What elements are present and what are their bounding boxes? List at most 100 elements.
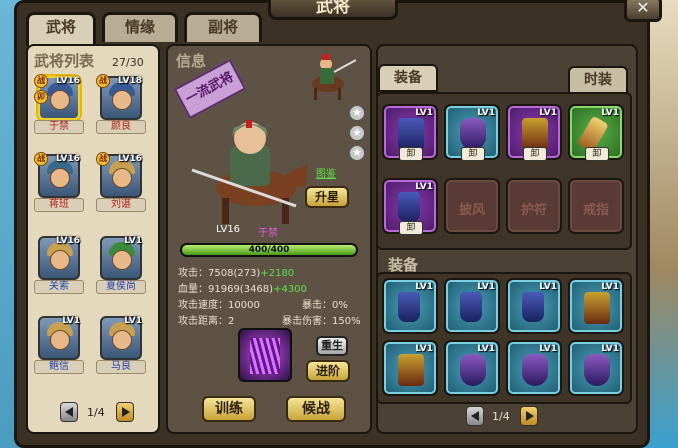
- roster-hero-card[interactable]: LV1 夏侯尚: [96, 236, 146, 294]
- helmet-icon: [460, 118, 486, 150]
- hero-name: 鲍信: [34, 360, 84, 374]
- battle-standby-button[interactable]: 候战: [286, 396, 346, 422]
- bag-item-slot[interactable]: LV1: [506, 278, 562, 334]
- equipped-slot[interactable]: LV1 卸: [444, 104, 500, 161]
- mount-preview-icon: [312, 54, 357, 100]
- advance-button[interactable]: 进阶: [306, 360, 350, 382]
- hero-level: LV16: [56, 236, 80, 246]
- bag-next-button[interactable]: [520, 406, 538, 426]
- boots-icon: [398, 292, 420, 322]
- tab-generals[interactable]: 武将: [26, 12, 96, 46]
- rebirth-button[interactable]: 重生: [316, 336, 348, 356]
- hero-face: [50, 90, 70, 110]
- helmet-icon: [460, 354, 486, 386]
- bag-item-slot[interactable]: LV1: [444, 340, 500, 396]
- tab-deputy[interactable]: 副将: [184, 12, 262, 42]
- equipped-slot[interactable]: 披风: [444, 178, 500, 234]
- hero-name: 颜良: [96, 120, 146, 134]
- hero-level: LV18: [118, 76, 142, 86]
- unequip-button[interactable]: 卸: [399, 221, 423, 235]
- item-level: LV1: [477, 344, 495, 354]
- hero-face: [50, 250, 70, 270]
- roster-hero-card[interactable]: LV16 关索: [34, 236, 84, 294]
- equipped-slot[interactable]: LV1 卸: [506, 104, 562, 161]
- empty-slot-label: 护符: [520, 203, 547, 218]
- empty-slot-label: 戒指: [582, 203, 609, 218]
- general-portrait: [191, 120, 308, 224]
- unequip-button[interactable]: 卸: [585, 147, 609, 161]
- item-level: LV1: [601, 344, 619, 354]
- hero-name: 刘谌: [96, 198, 146, 212]
- boots-icon: [460, 292, 482, 322]
- armor-icon: [398, 354, 424, 386]
- item-level: LV1: [539, 108, 557, 118]
- hero-level: LV1: [62, 316, 80, 326]
- roster-prev-button[interactable]: [60, 402, 78, 422]
- upgrade-star-button[interactable]: 升星: [305, 186, 349, 208]
- helmet-icon: [584, 354, 610, 386]
- bag-item-slot[interactable]: LV1: [568, 340, 624, 396]
- roster-hero-card[interactable]: LV16 刘谌 战: [96, 152, 146, 212]
- unequip-button[interactable]: 卸: [461, 147, 485, 161]
- hero-face: [112, 250, 132, 270]
- hero-status-badge: 战: [34, 74, 48, 88]
- skill-icon[interactable]: [238, 328, 292, 382]
- general-name: 于禁: [258, 228, 278, 239]
- train-button[interactable]: 训练: [202, 396, 256, 422]
- equipped-slot[interactable]: LV1 卸: [382, 178, 438, 235]
- unequip-button[interactable]: 卸: [399, 147, 423, 161]
- close-icon: ✕: [636, 0, 650, 17]
- item-level: LV1: [539, 282, 557, 292]
- atlas-link[interactable]: 图鉴: [316, 165, 336, 180]
- hero-name: 夏侯尚: [96, 280, 146, 294]
- info-title: 信息: [176, 52, 207, 70]
- star-icon: ★: [349, 125, 365, 141]
- hero-status-badge: 卯: [34, 90, 48, 104]
- bag-item-slot[interactable]: LV1: [382, 340, 438, 396]
- close-button[interactable]: ✕: [624, 0, 662, 22]
- roster-hero-card[interactable]: LV1 鲍信: [34, 316, 84, 374]
- hero-face: [50, 330, 70, 350]
- hp-bar: 400/400: [180, 243, 358, 257]
- roster-count: 27/30: [112, 56, 144, 69]
- roster-hero-card[interactable]: LV18 颜良 战: [96, 74, 146, 134]
- stat-hp: 血量：91969(3468)+4300: [178, 280, 307, 295]
- equipped-slot[interactable]: 护符: [506, 178, 562, 234]
- tab-fashion[interactable]: 时装: [568, 66, 628, 94]
- hero-name: 关索: [34, 280, 84, 294]
- bag-item-slot[interactable]: LV1: [382, 278, 438, 334]
- equipped-slot[interactable]: 戒指: [568, 178, 624, 234]
- roster-hero-card[interactable]: LV1 马良: [96, 316, 146, 374]
- hero-level: LV16: [56, 154, 80, 164]
- equipped-slot[interactable]: LV1 卸: [568, 104, 624, 161]
- star-icon: ★: [349, 145, 365, 161]
- empty-slot-label: 披风: [458, 203, 485, 218]
- roster-hero-card[interactable]: LV16 蒋班 战: [34, 152, 84, 212]
- hero-face: [50, 168, 70, 188]
- tab-bonds[interactable]: 情缘: [102, 12, 178, 42]
- item-level: LV1: [477, 108, 495, 118]
- bag-prev-button[interactable]: [466, 406, 484, 426]
- window-title: 武将: [268, 0, 398, 20]
- hp-bar-label: 400/400: [248, 245, 290, 255]
- stat-attack-range: 攻击距离：2: [178, 316, 235, 327]
- roster-hero-card[interactable]: LV16 于禁 战卯: [34, 74, 84, 134]
- roster-next-button[interactable]: [116, 402, 134, 422]
- hero-face: [112, 330, 132, 350]
- boots-icon: [522, 292, 544, 322]
- stat-crit: 暴击：0%: [302, 300, 348, 311]
- unequip-button[interactable]: 卸: [523, 147, 547, 161]
- bag-item-slot[interactable]: LV1: [506, 340, 562, 396]
- stat-attack-speed: 攻击速度：10000: [178, 300, 260, 311]
- tab-equipment[interactable]: 装备: [378, 64, 438, 92]
- stat-attack-bonus: +2180: [260, 268, 295, 279]
- hero-name: 于禁: [34, 120, 84, 134]
- equipped-slot[interactable]: LV1 卸: [382, 104, 438, 161]
- roster-page: 1/4: [87, 406, 105, 419]
- bag-item-slot[interactable]: LV1: [444, 278, 500, 334]
- hero-level: LV16: [56, 76, 80, 86]
- hero-status-badge: 战: [96, 152, 110, 166]
- item-level: LV1: [539, 344, 557, 354]
- armor-icon: [584, 292, 610, 324]
- bag-item-slot[interactable]: LV1: [568, 278, 624, 334]
